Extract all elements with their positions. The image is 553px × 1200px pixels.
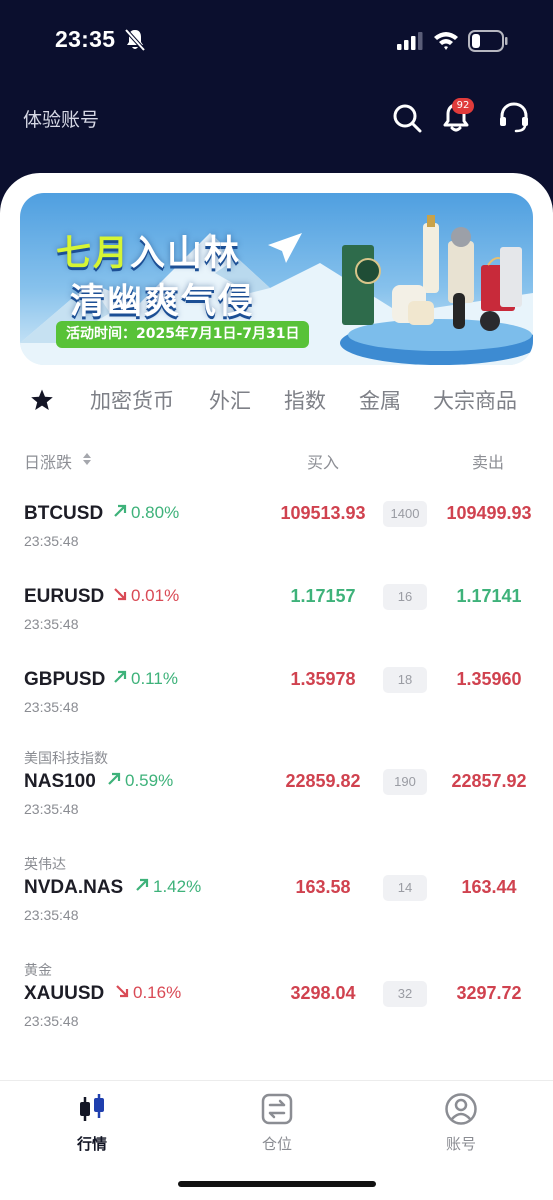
tab-indices[interactable]: 指数: [284, 385, 326, 415]
arrow-up-right-icon: [114, 504, 127, 517]
arrow-down-right-icon: [116, 985, 129, 998]
tab-forex[interactable]: 外汇: [209, 385, 251, 415]
buy-price[interactable]: 1.35978: [263, 669, 383, 690]
headset-support-icon[interactable]: [497, 100, 531, 134]
quote-row-nvda[interactable]: 英伟达 NVDA.NAS 1.42% 23:35:48 163.58 14 16…: [0, 852, 553, 952]
quote-time: 23:35:48: [24, 907, 79, 923]
banner-subtitle: 清幽爽气侵: [70, 282, 256, 322]
transfer-icon: [261, 1093, 293, 1125]
nav-positions-label: 仓位: [261, 1135, 292, 1153]
spread-badge: 18: [383, 667, 427, 693]
symbol: EURUSD: [24, 586, 105, 607]
category-tabs: 加密货币 外汇 指数 金属 大宗商品: [0, 383, 553, 417]
column-buy-header: 买入: [307, 453, 340, 472]
buy-price[interactable]: 3298.04: [263, 983, 383, 1004]
arrow-down-right-icon: [114, 588, 127, 601]
account-title: 体验账号: [23, 109, 100, 131]
status-time: 23:35: [55, 26, 116, 52]
wifi-icon: [434, 32, 458, 50]
status-bar: 23:35: [0, 0, 553, 84]
sell-price[interactable]: 109499.93: [429, 503, 549, 524]
quote-time: 23:35:48: [24, 1013, 79, 1029]
sell-price[interactable]: 22857.92: [429, 771, 549, 792]
promo-banner[interactable]: 七月入山林 清幽爽气侵 活动时间：2025年7月1日-7月31日: [20, 193, 533, 365]
quote-time: 23:35:48: [24, 533, 79, 549]
quote-time: 23:35:48: [24, 616, 79, 632]
instrument-name: 英伟达: [24, 857, 66, 873]
user-icon: [445, 1093, 477, 1125]
cellular-signal-icon: [397, 32, 423, 50]
sell-price[interactable]: 163.44: [429, 877, 549, 898]
instrument-name: 美国科技指数: [24, 751, 108, 767]
quote-time: 23:35:48: [24, 801, 79, 817]
spread-badge: 14: [383, 875, 427, 901]
nav-market[interactable]: 行情: [37, 1091, 147, 1154]
battery-icon: [468, 30, 508, 52]
arrow-up-right-icon: [108, 772, 121, 785]
bell-muted-icon: [124, 28, 146, 52]
nav-account-label: 账号: [445, 1135, 476, 1153]
search-icon[interactable]: [390, 101, 424, 135]
nav-account[interactable]: 账号: [406, 1091, 516, 1154]
tab-commodities[interactable]: 大宗商品: [433, 385, 517, 415]
spread-badge: 32: [383, 981, 427, 1007]
quote-time: 23:35:48: [24, 699, 79, 715]
spread-badge: 1400: [383, 501, 427, 527]
change-percent: 0.01%: [112, 586, 179, 606]
banner-title: 七月入山林: [56, 234, 242, 274]
favorites-star-icon[interactable]: [30, 388, 54, 412]
nav-positions[interactable]: 仓位: [222, 1091, 332, 1154]
sell-price[interactable]: 1.35960: [429, 669, 549, 690]
symbol: NAS100: [24, 771, 96, 792]
nav-market-label: 行情: [76, 1135, 107, 1153]
market-card: 七月入山林 清幽爽气侵 活动时间：2025年7月1日-7月31日 加密货币 外汇…: [0, 173, 553, 1200]
spread-badge: 190: [383, 769, 427, 795]
symbol: BTCUSD: [24, 503, 104, 524]
change-percent: 1.42%: [134, 877, 201, 897]
tab-metals[interactable]: 金属: [359, 385, 401, 415]
banner-date: 活动时间：2025年7月1日-7月31日: [56, 321, 310, 348]
change-percent: 0.11%: [112, 669, 178, 689]
column-sell-header: 卖出: [472, 453, 505, 472]
candlestick-icon: [80, 1094, 104, 1121]
quote-row-xauusd[interactable]: 黄金 XAUUSD 0.16% 23:35:48 3298.04 32 3297…: [0, 958, 553, 1058]
change-percent: 0.59%: [106, 771, 173, 791]
notification-badge: 92: [452, 98, 474, 114]
instrument-name: 黄金: [24, 963, 52, 979]
sort-icon[interactable]: [82, 451, 92, 467]
symbol: XAUUSD: [24, 983, 105, 1004]
tab-crypto[interactable]: 加密货币: [90, 385, 174, 415]
column-change-header[interactable]: 日涨跌: [24, 449, 72, 473]
home-indicator: [178, 1181, 376, 1187]
sell-price[interactable]: 3297.72: [429, 983, 549, 1004]
arrow-up-right-icon: [114, 670, 127, 683]
change-percent: 0.16%: [114, 983, 181, 1003]
spread-badge: 16: [383, 584, 427, 610]
buy-price[interactable]: 163.58: [263, 877, 383, 898]
buy-price[interactable]: 1.17157: [263, 586, 383, 607]
quote-row-gbpusd[interactable]: GBPUSD 0.11% 23:35:48 1.35978 18 1.35960: [0, 659, 553, 759]
arrow-up-right-icon: [136, 878, 149, 891]
quote-row-nas100[interactable]: 美国科技指数 NAS100 0.59% 23:35:48 22859.82 19…: [0, 746, 553, 846]
symbol: NVDA.NAS: [24, 877, 124, 898]
buy-price[interactable]: 109513.93: [263, 503, 383, 524]
buy-price[interactable]: 22859.82: [263, 771, 383, 792]
change-percent: 0.80%: [112, 503, 179, 523]
sell-price[interactable]: 1.17141: [429, 586, 549, 607]
symbol: GBPUSD: [24, 669, 106, 690]
